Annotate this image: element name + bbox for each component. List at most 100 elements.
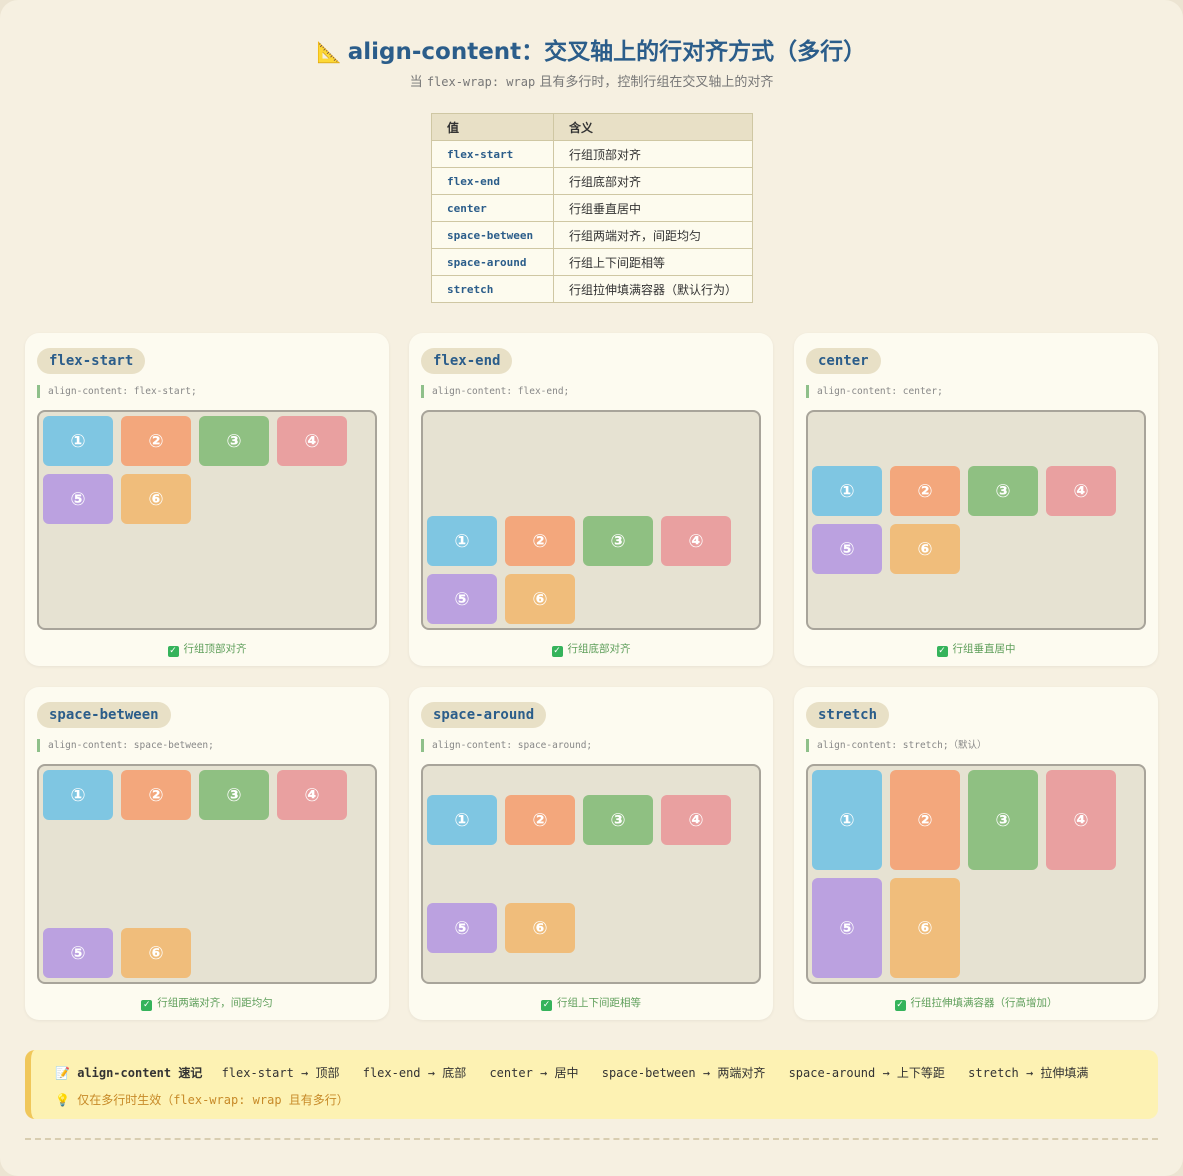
page-subtitle: 当 flex-wrap: wrap 且有多行时，控制行组在交叉轴上的对齐 [0, 71, 1183, 90]
memo-icon: 📝 [55, 1066, 70, 1080]
flex-container: ① ② ③ ④ ⑤ ⑥ [37, 764, 377, 984]
flex-container: ① ② ③ ④ ⑤ ⑥ [806, 410, 1146, 630]
table-cell-value: flex-end [431, 167, 554, 195]
flex-container: ① ② ③ ④ ⑤ ⑥ [806, 764, 1146, 984]
card-tag: flex-start [37, 348, 146, 374]
flex-item: ⑥ [890, 524, 960, 574]
flex-item: ② [505, 795, 575, 845]
table-header-row: 值 含义 [431, 113, 753, 141]
table-cell-meaning: 行组垂直居中 [553, 194, 753, 222]
memo-pair: flex-start → 顶部 [221, 1066, 340, 1080]
demo-card-space-between: space-between align-content: space-betwe… [25, 687, 389, 1020]
lightbulb-icon: 💡 [55, 1093, 70, 1107]
flex-item: ④ [661, 516, 731, 566]
demo-card-stretch: stretch align-content: stretch;（默认） ① ② … [794, 687, 1158, 1020]
card-code: align-content: stretch;（默认） [806, 739, 987, 752]
demo-card-flex-start: flex-start align-content: flex-start; ① … [25, 333, 389, 666]
card-code: align-content: flex-start; [37, 385, 197, 398]
flex-item: ② [890, 770, 960, 870]
table-cell-value: space-around [431, 248, 554, 276]
card-note: ✓ 行组垂直居中 [794, 641, 1158, 657]
page-title: 📐 align-content：交叉轴上的行对齐方式（多行） [0, 32, 1183, 66]
flex-item: ② [121, 416, 191, 466]
flex-item: ⑤ [812, 878, 882, 978]
flex-item: ⑤ [43, 928, 113, 978]
card-note: ✓ 行组两端对齐，间距均匀 [25, 995, 389, 1011]
card-tag: space-between [37, 702, 171, 728]
flex-item: ① [43, 770, 113, 820]
flex-container: ① ② ③ ④ ⑤ ⑥ [421, 764, 761, 984]
table-cell-meaning: 行组两端对齐，间距均匀 [553, 221, 753, 249]
flex-item: ⑤ [43, 474, 113, 524]
table-row: space-between 行组两端对齐，间距均匀 [431, 221, 753, 249]
memo-tip: 💡 仅在多行时生效（flex-wrap: wrap 且有多行） [55, 1091, 349, 1108]
title-text: align-content：交叉轴上的行对齐方式（多行） [347, 39, 867, 65]
page: 📐 align-content：交叉轴上的行对齐方式（多行） 当 flex-wra… [0, 0, 1183, 1176]
table-cell-value: space-between [431, 221, 554, 249]
table-cell-value: stretch [431, 275, 554, 303]
table-cell-value: center [431, 194, 554, 222]
check-icon: ✓ [167, 646, 179, 657]
flex-item: ⑥ [505, 903, 575, 953]
card-note: ✓ 行组底部对齐 [409, 641, 773, 657]
table-row: space-around 行组上下间距相等 [431, 248, 753, 276]
table-cell-meaning: 行组拉伸填满容器（默认行为） [553, 275, 753, 303]
card-note-text: 行组拉伸填满容器（行高增加） [910, 997, 1058, 1009]
check-icon: ✓ [936, 646, 948, 657]
flex-item: ① [427, 516, 497, 566]
dashed-divider [25, 1138, 1158, 1140]
card-note-text: 行组垂直居中 [952, 643, 1016, 655]
card-note-text: 行组上下间距相等 [557, 997, 641, 1009]
memo-box: 📝 align-content 速记 flex-start → 顶部 flex-… [25, 1050, 1158, 1119]
memo-tip-text: 仅在多行时生效（flex-wrap: wrap 且有多行） [77, 1093, 349, 1107]
check-icon: ✓ [894, 1000, 906, 1011]
flex-item: ③ [583, 795, 653, 845]
flex-item: ③ [199, 770, 269, 820]
flex-item: ① [43, 416, 113, 466]
flex-item: ④ [661, 795, 731, 845]
flex-item: ① [427, 795, 497, 845]
memo-head: align-content 速记 [77, 1066, 203, 1080]
demo-card-center: center align-content: center; ① ② ③ ④ ⑤ … [794, 333, 1158, 666]
flex-item: ⑥ [121, 474, 191, 524]
card-code: align-content: flex-end; [421, 385, 569, 398]
memo-pair: center → 居中 [489, 1066, 579, 1080]
table-cell-meaning: 行组上下间距相等 [553, 248, 753, 276]
flex-item: ④ [277, 416, 347, 466]
card-tag: center [806, 348, 881, 374]
table-row: stretch 行组拉伸填满容器（默认行为） [431, 275, 753, 303]
memo-pair: space-around → 上下等距 [788, 1066, 945, 1080]
flex-item: ④ [1046, 466, 1116, 516]
flex-item: ② [121, 770, 191, 820]
subtitle-code: flex-wrap: wrap [426, 75, 536, 89]
flex-item: ② [890, 466, 960, 516]
demo-card-space-around: space-around align-content: space-around… [409, 687, 773, 1020]
triangle-ruler-icon: 📐 [316, 40, 342, 64]
memo-pair: space-between → 两端对齐 [601, 1066, 766, 1080]
memo-pair: stretch → 拉伸填满 [968, 1066, 1089, 1080]
card-tag: stretch [806, 702, 890, 728]
subtitle-pre: 当 [409, 75, 427, 90]
flex-item: ③ [968, 466, 1038, 516]
table-cell-meaning: 行组顶部对齐 [553, 140, 753, 168]
table-cell-value: flex-start [431, 140, 554, 168]
table-row: center 行组垂直居中 [431, 194, 753, 222]
card-tag: flex-end [421, 348, 513, 374]
card-note: ✓ 行组拉伸填满容器（行高增加） [794, 995, 1158, 1011]
table-cell-meaning: 行组底部对齐 [553, 167, 753, 195]
table-header: 含义 [553, 113, 753, 141]
flex-item: ⑤ [427, 574, 497, 624]
card-note: ✓ 行组上下间距相等 [409, 995, 773, 1011]
card-note-text: 行组两端对齐，间距均匀 [157, 997, 273, 1009]
demo-card-flex-end: flex-end align-content: flex-end; ① ② ③ … [409, 333, 773, 666]
reference-table: 值 含义 flex-start 行组顶部对齐 flex-end 行组底部对齐 cen… [431, 113, 753, 303]
card-note-text: 行组顶部对齐 [183, 643, 247, 655]
check-icon: ✓ [551, 646, 563, 657]
card-code: align-content: space-around; [421, 739, 592, 752]
card-note-text: 行组底部对齐 [567, 643, 631, 655]
flex-item: ③ [968, 770, 1038, 870]
table-header: 值 [431, 113, 554, 141]
memo-pair: flex-end → 底部 [362, 1066, 467, 1080]
check-icon: ✓ [541, 1000, 552, 1011]
card-tag: space-around [421, 702, 547, 728]
